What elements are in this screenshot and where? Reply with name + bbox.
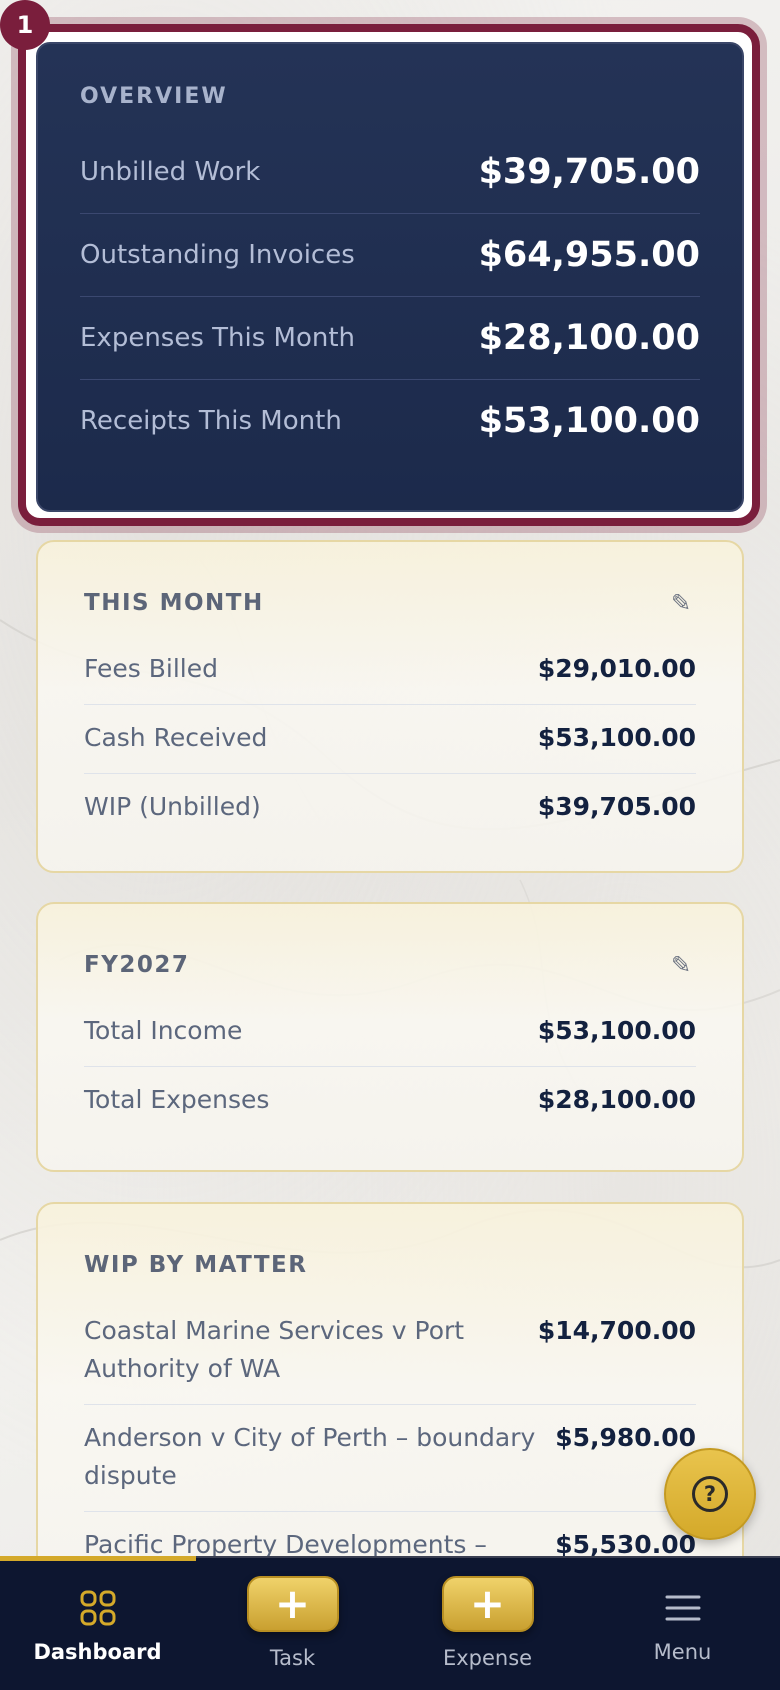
help-button[interactable]: ? <box>664 1448 756 1540</box>
stat-row: Fees Billed $29,010.00 <box>84 636 696 705</box>
overview-label: OVERVIEW <box>80 84 228 109</box>
stat-row: WIP (Unbilled) $39,705.00 <box>84 774 696 842</box>
nav-label: Expense <box>442 1646 533 1670</box>
nav-expense[interactable]: + Expense <box>390 1558 585 1690</box>
overview-row[interactable]: Receipts This Month $53,100.00 <box>80 380 700 462</box>
stat-row: Cash Received $53,100.00 <box>84 705 696 774</box>
overview-row-label: Receipts This Month <box>80 406 342 436</box>
stat-label: Total Expenses <box>84 1085 270 1114</box>
stat-label: Total Income <box>84 1016 243 1045</box>
stat-value: $28,100.00 <box>537 1085 696 1114</box>
matter-value: $5,980.00 <box>555 1423 696 1452</box>
nav-dashboard[interactable]: Dashboard <box>0 1558 195 1690</box>
fy-card: FY2027 ✎ Total Income $53,100.00 Total E… <box>36 902 744 1172</box>
pencil-icon[interactable]: ✎ <box>666 950 696 980</box>
matter-row[interactable]: Anderson v City of Perth – boundary disp… <box>84 1405 696 1512</box>
step-badge: 1 <box>0 0 50 50</box>
pencil-icon[interactable]: ✎ <box>666 588 696 618</box>
this-month-card: THIS MONTH ✎ Fees Billed $29,010.00 Cash… <box>36 540 744 873</box>
nav-menu[interactable]: Menu <box>585 1558 780 1690</box>
card-title: FY2027 <box>84 952 190 978</box>
stat-label: Cash Received <box>84 723 268 752</box>
add-expense-button[interactable]: + <box>441 1576 534 1632</box>
bottom-nav: Dashboard + Task + Expense Menu <box>0 1556 780 1690</box>
overview-row-value: $64,955.00 <box>478 235 700 275</box>
stat-row: Total Income $53,100.00 <box>84 998 696 1067</box>
stat-value: $53,100.00 <box>537 723 696 752</box>
card-title: THIS MONTH <box>84 590 264 616</box>
overview-row[interactable]: Unbilled Work $39,705.00 <box>80 131 700 214</box>
question-icon: ? <box>692 1476 728 1512</box>
matter-value: $14,700.00 <box>537 1316 696 1345</box>
matter-name: Coastal Marine Services v Port Authority… <box>84 1316 465 1383</box>
hamburger-icon <box>665 1595 700 1621</box>
overview-row-label: Outstanding Invoices <box>80 240 355 270</box>
add-task-button[interactable]: + <box>246 1576 339 1632</box>
matter-row[interactable]: Coastal Marine Services v Port Authority… <box>84 1298 696 1405</box>
overview-row[interactable]: Outstanding Invoices $64,955.00 <box>80 214 700 297</box>
nav-label: Task <box>269 1646 316 1670</box>
stat-value: $53,100.00 <box>537 1016 696 1045</box>
stat-label: Fees Billed <box>84 654 218 683</box>
overview-card[interactable]: OVERVIEW Unbilled Work $39,705.00 Outsta… <box>36 42 744 512</box>
overview-row[interactable]: Expenses This Month $28,100.00 <box>80 297 700 380</box>
stat-value: $29,010.00 <box>537 654 696 683</box>
stat-value: $39,705.00 <box>537 792 696 821</box>
stat-row: Total Expenses $28,100.00 <box>84 1067 696 1135</box>
card-title: WIP BY MATTER <box>84 1252 308 1278</box>
dashboard-icon <box>80 1590 115 1626</box>
nav-label: Menu <box>653 1640 712 1664</box>
overview-row-label: Unbilled Work <box>80 157 261 187</box>
matter-name: Anderson v City of Perth – boundary disp… <box>84 1423 536 1490</box>
overview-row-value: $53,100.00 <box>478 401 700 441</box>
stat-label: WIP (Unbilled) <box>84 792 261 821</box>
overview-row-value: $28,100.00 <box>478 318 700 358</box>
overview-row-label: Expenses This Month <box>80 323 356 353</box>
nav-task[interactable]: + Task <box>195 1558 390 1690</box>
overview-row-value: $39,705.00 <box>478 152 700 192</box>
nav-label: Dashboard <box>33 1640 162 1664</box>
